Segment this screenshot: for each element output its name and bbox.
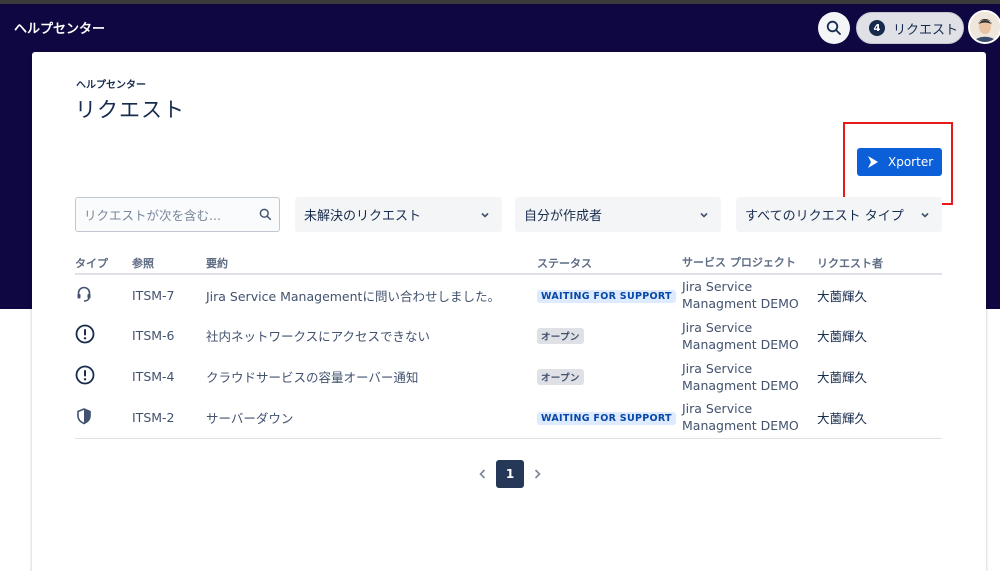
column-header-type[interactable]: タイプ <box>75 252 132 275</box>
request-reference[interactable]: ITSM-4 <box>132 356 206 397</box>
search-placeholder: リクエストが次を含む... <box>84 208 221 223</box>
creator-filter-select[interactable]: 自分が作成者 <box>515 197 721 232</box>
column-header-status[interactable]: ステータス <box>537 252 682 275</box>
request-summary[interactable]: Jira Service Managementに問い合わせしました。 <box>206 274 537 315</box>
table-row[interactable]: ITSM-6 社内ネットワークスにアクセスできない オープン Jira Serv… <box>75 315 942 356</box>
request-type-cell <box>75 397 132 439</box>
table-row[interactable]: ITSM-4 クラウドサービスの容量オーバー通知 オープン Jira Servi… <box>75 356 942 397</box>
requests-table: タイプ 参照 要約 ステータス サービス プロジェクト リクエスト者 ITSM-… <box>75 252 942 439</box>
requester-name: 大薗輝久 <box>817 370 868 385</box>
service-project-line1: Jira Service <box>682 360 753 376</box>
breadcrumb[interactable]: ヘルプセンター <box>76 76 146 91</box>
pagination: 1 <box>472 460 548 488</box>
search-icon <box>259 208 271 221</box>
request-reference[interactable]: ITSM-6 <box>132 315 206 356</box>
service-project-line2: Managment DEMO <box>682 377 799 393</box>
service-project-line2: Managment DEMO <box>682 336 799 352</box>
type-filter-select[interactable]: すべてのリクエスト タイプ <box>736 197 942 232</box>
header-search-button[interactable] <box>818 12 850 44</box>
requester-name: 大薗輝久 <box>817 288 868 304</box>
status-badge: オープン <box>537 327 584 344</box>
request-type-cell <box>75 356 132 397</box>
shield-icon <box>77 407 91 425</box>
xporter-logo-icon <box>868 156 878 168</box>
page-number-button[interactable]: 1 <box>496 460 524 488</box>
search-input[interactable]: リクエストが次を含む... <box>75 197 280 232</box>
requester-name: 大薗輝久 <box>817 397 942 439</box>
chevron-down-icon <box>921 212 929 218</box>
column-header-requester[interactable]: リクエスト者 <box>817 252 942 275</box>
table-row[interactable]: ITSM-7 Jira Service Managementに問い合わせしました… <box>75 274 942 315</box>
column-header-project[interactable]: サービス プロジェクト <box>682 252 817 275</box>
headset-icon <box>77 286 91 302</box>
user-avatar-icon <box>970 12 1000 42</box>
alert-circle-icon <box>75 365 95 385</box>
help-center-brand[interactable]: ヘルプセンター <box>14 18 105 37</box>
xporter-label: Xporter <box>888 155 934 169</box>
table-row[interactable]: ITSM-2 サーバーダウン WAITING FOR SUPPORT Jira … <box>75 397 942 439</box>
page-title: リクエスト <box>75 98 185 122</box>
requester-name: 大薗輝久 <box>817 329 868 344</box>
request-summary[interactable]: 社内ネットワークスにアクセスできない <box>206 315 537 356</box>
creator-filter-value: 自分が作成者 <box>524 209 603 224</box>
request-summary[interactable]: サーバーダウン <box>206 397 537 439</box>
chevron-down-icon <box>481 212 489 218</box>
type-filter-value: すべてのリクエスト タイプ <box>745 209 904 224</box>
service-project-line1: Jira Service <box>682 279 753 294</box>
column-header-summary[interactable]: 要約 <box>206 252 537 275</box>
status-badge: WAITING FOR SUPPORT <box>537 412 676 426</box>
request-type-cell <box>75 315 132 356</box>
header-requests-button[interactable]: 4 リクエスト <box>856 12 964 44</box>
service-project-line2: Managment DEMO <box>682 418 799 434</box>
alert-circle-icon <box>75 324 95 344</box>
next-page-button[interactable] <box>526 460 548 488</box>
search-icon <box>826 20 841 35</box>
status-badge: オープン <box>537 368 584 385</box>
requests-card: ヘルプセンター リクエスト Xporter リクエストが次を含む... 未解決の… <box>32 52 986 571</box>
previous-page-button[interactable] <box>472 460 494 488</box>
request-summary[interactable]: クラウドサービスの容量オーバー通知 <box>206 356 537 397</box>
request-reference[interactable]: ITSM-2 <box>132 397 206 439</box>
avatar[interactable] <box>968 10 1000 44</box>
request-type-cell <box>75 274 132 315</box>
request-reference[interactable]: ITSM-7 <box>132 274 206 315</box>
header-requests-label: リクエスト <box>893 22 959 38</box>
xporter-button[interactable]: Xporter <box>857 148 942 176</box>
chevron-right-icon <box>534 469 541 479</box>
chevron-down-icon <box>700 212 708 218</box>
requests-count-badge: 4 <box>869 20 885 36</box>
column-header-reference[interactable]: 参照 <box>132 252 206 275</box>
status-badge: WAITING FOR SUPPORT <box>537 290 676 303</box>
table-header-row: タイプ 参照 要約 ステータス サービス プロジェクト リクエスト者 <box>75 252 942 275</box>
chevron-left-icon <box>479 469 486 479</box>
status-filter-select[interactable]: 未解決のリクエスト <box>295 197 502 232</box>
status-filter-value: 未解決のリクエスト <box>304 209 422 224</box>
service-project-line1: Jira Service <box>682 319 753 335</box>
service-project-line1: Jira Service <box>682 401 753 417</box>
service-project-line2: Managment DEMO <box>682 296 799 311</box>
